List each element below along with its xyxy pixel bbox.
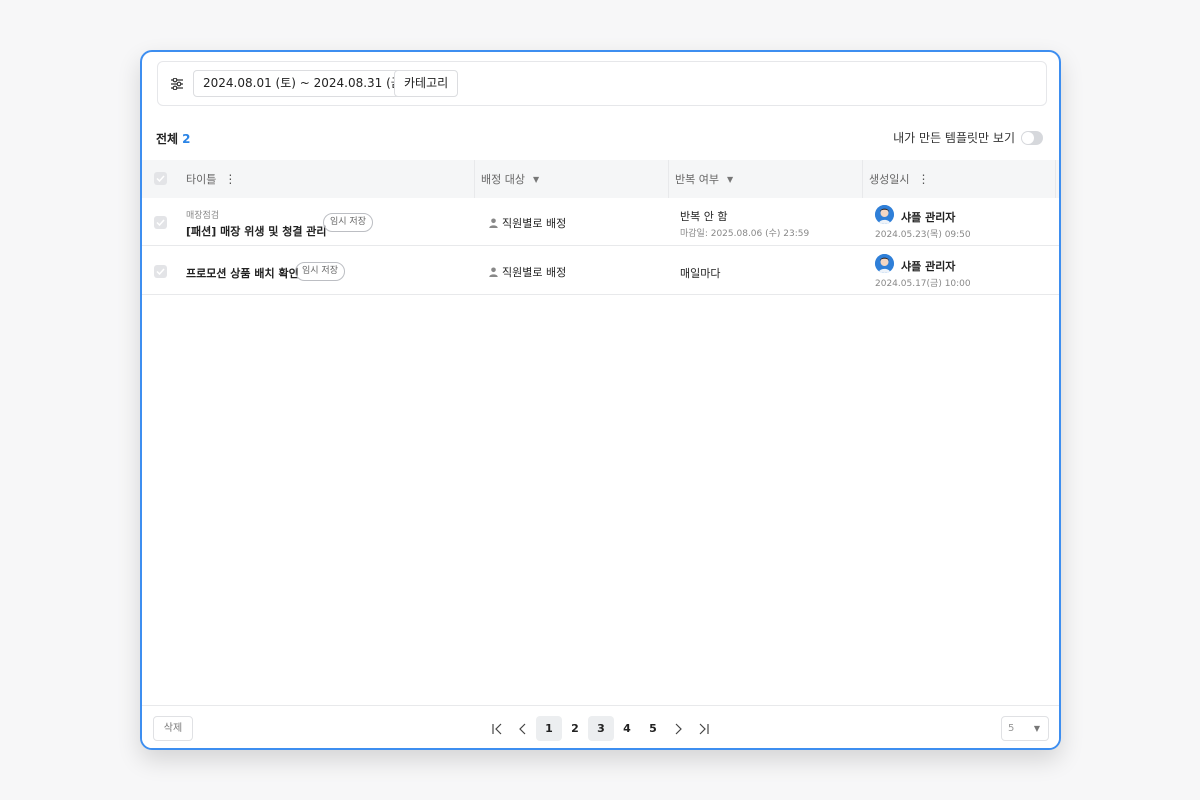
last-page-icon[interactable] (693, 716, 715, 741)
row-repeat: 반복 안 함 (680, 210, 728, 223)
filter-bar: 2024.08.01 (토) ~ 2024.08.31 (금) 카테고리 (157, 61, 1047, 106)
page-3[interactable]: 3 (588, 716, 614, 741)
next-page-icon[interactable] (667, 716, 689, 741)
column-title-label: 타이틀 (186, 173, 217, 186)
date-range-filter[interactable]: 2024.08.01 (토) ~ 2024.08.31 (금) (193, 70, 417, 97)
page-5[interactable]: 5 (640, 716, 666, 741)
sort-caret-icon[interactable]: ▼ (727, 175, 733, 184)
column-menu-icon[interactable]: ⋮ (224, 172, 236, 186)
row-creator: 샤플 관리자 (901, 211, 956, 224)
column-repeat-label: 반복 여부 (675, 173, 719, 186)
delete-button[interactable]: 삭제 (153, 716, 193, 741)
draft-badge: 임시 저장 (323, 213, 373, 232)
row-created-at: 2024.05.17(금) 10:00 (875, 279, 971, 289)
first-page-icon[interactable] (486, 716, 508, 741)
total-count: 2 (182, 132, 191, 146)
my-templates-label: 내가 만든 템플릿만 보기 (893, 131, 1015, 145)
my-templates-toggle[interactable] (1021, 130, 1043, 145)
page-size-value: 5 (1008, 723, 1015, 734)
filter-settings-icon[interactable] (168, 75, 186, 93)
draft-badge: 임시 저장 (295, 262, 345, 281)
page-1[interactable]: 1 (536, 716, 562, 741)
column-assignment-label: 배정 대상 (481, 173, 525, 186)
column-title: 타이틀 ⋮ (184, 160, 475, 198)
row-category: 매장점검 (186, 211, 220, 221)
table-row[interactable]: 프로모션 상품 배치 확인 임시 저장 직원별로 배정 매일마다 샤플 관리자 … (142, 247, 1059, 295)
row-checkbox[interactable] (154, 216, 167, 229)
sort-caret-icon[interactable]: ▼ (533, 175, 539, 184)
row-deadline: 마감일: 2025.08.06 (수) 23:59 (680, 229, 810, 239)
row-assignment: 직원별로 배정 (489, 215, 566, 231)
template-list-panel: 2024.08.01 (토) ~ 2024.08.31 (금) 카테고리 전체 2… (140, 50, 1061, 750)
person-icon (489, 267, 498, 277)
table-footer: 삭제 1 2 3 4 5 5 ▼ (142, 705, 1059, 748)
row-title[interactable]: [패션] 매장 위생 및 청결 관리 (186, 223, 327, 239)
chevron-down-icon: ▼ (1033, 724, 1040, 733)
select-all-checkbox[interactable] (154, 172, 167, 185)
table-row[interactable]: 매장점검 [패션] 매장 위생 및 청결 관리 임시 저장 직원별로 배정 반복… (142, 198, 1059, 246)
row-repeat: 매일마다 (680, 267, 721, 280)
row-assignment-label: 직원별로 배정 (502, 217, 567, 230)
avatar (875, 254, 894, 273)
header-checkbox-cell (142, 160, 184, 198)
column-repeat: 반복 여부 ▼ (669, 160, 863, 198)
person-icon (489, 218, 498, 228)
page-4[interactable]: 4 (614, 716, 640, 741)
my-templates-filter: 내가 만든 템플릿만 보기 (893, 129, 1043, 146)
total-count-label: 전체 2 (156, 130, 190, 147)
column-menu-icon[interactable]: ⋮ (917, 172, 929, 186)
row-assignment: 직원별로 배정 (489, 264, 566, 280)
column-created-label: 생성일시 (869, 173, 910, 186)
column-created: 생성일시 ⋮ (863, 160, 1056, 198)
page-2[interactable]: 2 (562, 716, 588, 741)
avatar (875, 205, 894, 224)
row-assignment-label: 직원별로 배정 (502, 266, 567, 279)
row-title[interactable]: 프로모션 상품 배치 확인 (186, 265, 299, 281)
prev-page-icon[interactable] (512, 716, 534, 741)
column-assignment: 배정 대상 ▼ (475, 160, 669, 198)
total-label: 전체 (156, 132, 179, 146)
row-creator: 샤플 관리자 (901, 260, 956, 273)
category-filter[interactable]: 카테고리 (394, 70, 459, 97)
row-created-at: 2024.05.23(목) 09:50 (875, 230, 971, 240)
table-header: 타이틀 ⋮ 배정 대상 ▼ 반복 여부 ▼ 생성일시 ⋮ (142, 160, 1059, 198)
page-size-select[interactable]: 5 ▼ (1001, 716, 1049, 741)
row-checkbox[interactable] (154, 265, 167, 278)
